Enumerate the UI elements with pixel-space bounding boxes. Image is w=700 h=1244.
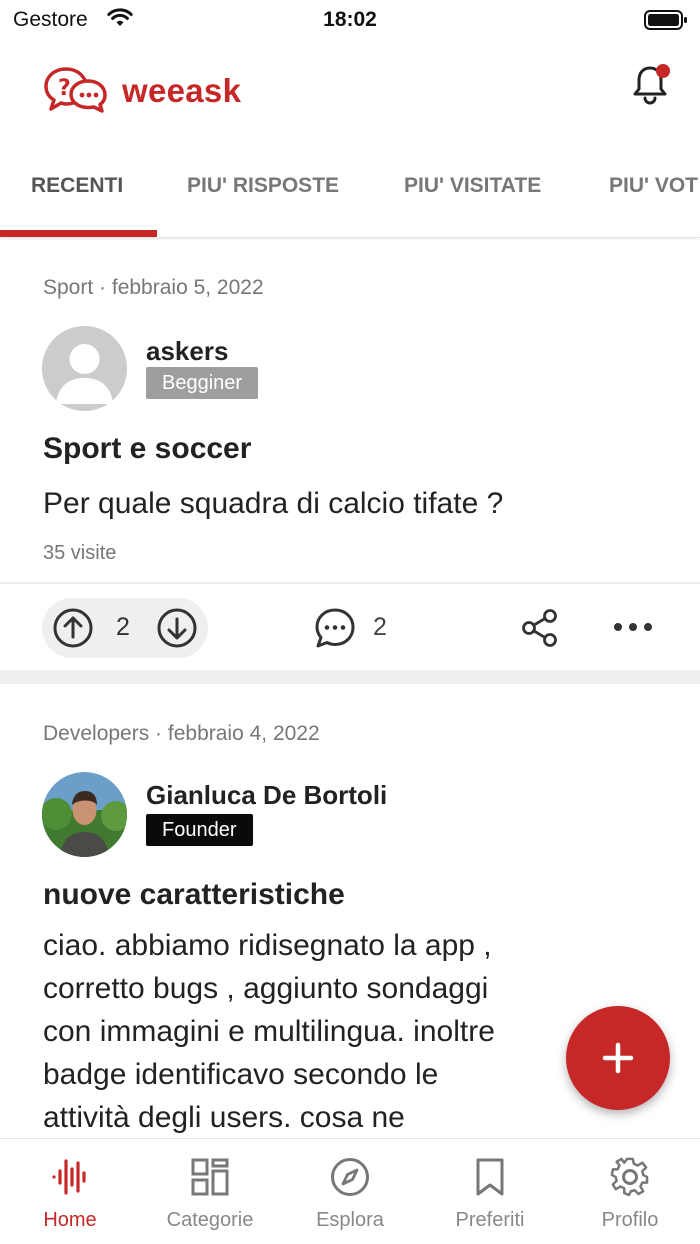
compass-icon <box>330 1157 370 1202</box>
default-user-icon <box>42 326 127 411</box>
comment-bubble-icon[interactable] <box>313 606 357 655</box>
nav-preferiti[interactable]: Preferiti <box>420 1139 560 1244</box>
upvote-arrow-icon[interactable] <box>52 607 94 654</box>
author-name[interactable]: Gianluca De Bortoli <box>146 780 387 811</box>
nav-categorie[interactable]: Categorie <box>140 1139 280 1244</box>
categories-grid-icon <box>190 1157 230 1202</box>
body-line: ciao. abbiamo ridisegnato la app , <box>43 929 492 962</box>
nav-label: Profilo <box>601 1209 659 1231</box>
status-time: 18:02 <box>323 8 377 31</box>
vote-control: 2 <box>42 598 208 658</box>
nav-label: Preferiti <box>455 1209 525 1231</box>
app-header: ? weeask <box>0 48 700 138</box>
logo-chat-bubbles-icon: ? <box>44 66 108 119</box>
avatar[interactable] <box>42 772 127 857</box>
more-options-icon[interactable] <box>613 620 653 639</box>
bookmark-icon <box>470 1157 510 1202</box>
nav-label: Home <box>43 1209 97 1231</box>
plus-icon <box>602 1042 634 1074</box>
feed-tabs: RECENTI PIU' RISPOSTE PIU' VISITATE PIU'… <box>0 140 700 238</box>
nav-profilo[interactable]: Profilo <box>560 1139 700 1244</box>
tab-piu-votate[interactable]: PIU' VOT <box>609 174 698 198</box>
view-count: 35 visite <box>43 542 117 564</box>
question-feed[interactable]: Sport · febbraio 5, 2022 askers Begginer… <box>0 240 700 1138</box>
bottom-navigation: Home Categorie Esplora Preferiti Profilo <box>0 1138 700 1244</box>
user-level-badge: Founder <box>146 814 253 846</box>
tab-piu-risposte[interactable]: PIU' RISPOSTE <box>187 174 339 198</box>
question-card[interactable]: Sport · febbraio 5, 2022 askers Begginer… <box>0 240 700 684</box>
question-title[interactable]: nuove caratteristiche <box>43 878 345 912</box>
brand-name: weeask <box>122 72 242 109</box>
user-photo <box>42 772 127 857</box>
nav-label: Categorie <box>166 1209 254 1231</box>
card-separator <box>0 670 700 684</box>
status-bar: Gestore 18:02 <box>0 0 700 40</box>
tab-piu-visitate[interactable]: PIU' VISITATE <box>404 174 541 198</box>
gear-icon <box>610 1157 650 1202</box>
divider <box>0 582 700 584</box>
author-name[interactable]: askers <box>146 336 228 367</box>
vote-count: 2 <box>116 613 130 641</box>
nav-esplora[interactable]: Esplora <box>280 1139 420 1244</box>
nav-home[interactable]: Home <box>0 1139 140 1244</box>
avatar[interactable] <box>42 326 127 411</box>
home-wave-icon <box>50 1157 90 1202</box>
post-category-date: Sport · febbraio 5, 2022 <box>43 276 264 299</box>
nav-label: Esplora <box>316 1209 384 1231</box>
tab-recenti[interactable]: RECENTI <box>31 174 123 198</box>
active-tab-indicator <box>0 230 157 237</box>
svg-text:?: ? <box>58 76 71 101</box>
downvote-arrow-icon[interactable] <box>156 607 198 654</box>
notifications-bell-icon[interactable] <box>632 62 672 111</box>
battery-icon <box>644 9 688 36</box>
question-title[interactable]: Sport e soccer <box>43 432 251 466</box>
share-icon[interactable] <box>520 608 560 653</box>
user-level-badge: Begginer <box>146 367 259 399</box>
post-category-date: Developers · febbraio 4, 2022 <box>43 722 320 745</box>
new-question-button[interactable] <box>566 1006 670 1110</box>
comment-count: 2 <box>373 613 387 641</box>
body-line: corretto bugs , aggiunto sondaggi <box>43 972 489 1005</box>
question-body[interactable]: Per quale squadra di calcio tifate ? <box>43 482 663 525</box>
